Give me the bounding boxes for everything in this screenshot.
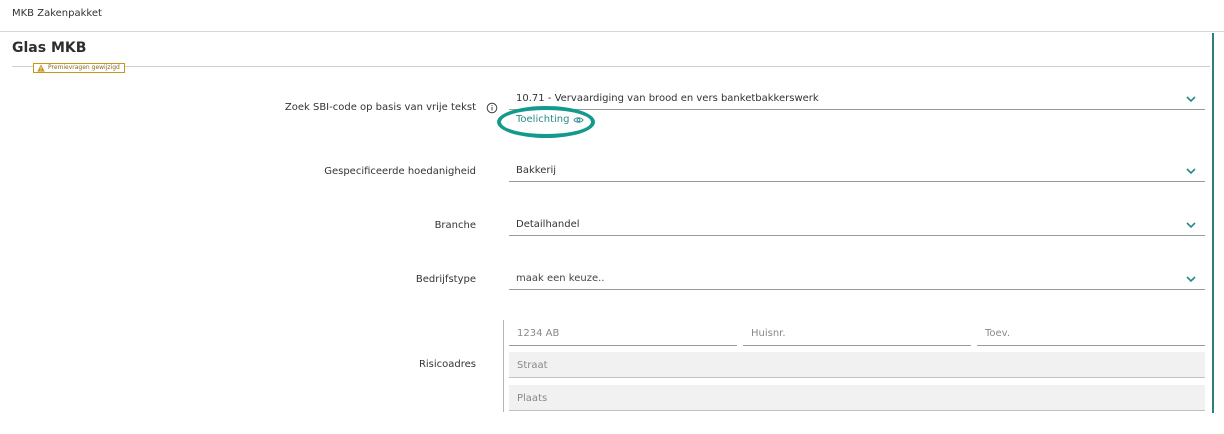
plaats-input: Plaats	[509, 385, 1205, 411]
straat-placeholder: Straat	[517, 360, 548, 371]
section-title: Glas MKB	[12, 40, 87, 56]
premium-changed-badge: Premievragen gewijzigd	[33, 63, 125, 73]
plaats-placeholder: Plaats	[517, 393, 548, 404]
straat-input: Straat	[509, 352, 1205, 378]
postcode-placeholder: 1234 AB	[517, 328, 560, 339]
top-bar: MKB Zakenpakket	[0, 0, 1224, 32]
sbi-select[interactable]: 10.71 - Vervaardiging van brood en vers …	[509, 88, 1205, 110]
section-divider	[12, 66, 1210, 67]
branche-label: Branche	[434, 220, 476, 231]
info-circle-icon[interactable]	[486, 102, 498, 114]
hoedanigheid-label: Gespecificeerde hoedanigheid	[324, 166, 476, 177]
bedrijfstype-label: Bedrijfstype	[415, 274, 476, 285]
highlight-annotation	[497, 106, 595, 138]
toev-placeholder: Toev.	[985, 328, 1010, 339]
bedrijfstype-value: maak een keuze..	[516, 273, 605, 284]
bedrijfstype-select[interactable]: maak een keuze..	[509, 268, 1205, 290]
huisnr-placeholder: Huisnr.	[751, 328, 786, 339]
chevron-down-icon[interactable]	[1185, 166, 1197, 176]
hoedanigheid-select[interactable]: Bakkerij	[509, 160, 1205, 182]
right-edge-rule	[1212, 33, 1214, 413]
sbi-value: 10.71 - Vervaardiging van brood en vers …	[516, 93, 819, 104]
risicoadres-label: Risicoadres	[418, 359, 476, 370]
warning-text: Premievragen gewijzigd	[48, 64, 120, 71]
sbi-label: Zoek SBI-code op basis van vrije tekst	[284, 102, 476, 113]
postcode-input[interactable]: 1234 AB	[509, 320, 737, 346]
toevoeging-input[interactable]: Toev.	[977, 320, 1205, 346]
hoedanigheid-value: Bakkerij	[516, 165, 557, 176]
chevron-down-icon[interactable]	[1185, 94, 1197, 104]
chevron-down-icon[interactable]	[1185, 220, 1197, 230]
warning-icon	[37, 64, 45, 72]
branche-select[interactable]: Detailhandel	[509, 214, 1205, 236]
address-group-bar	[503, 320, 504, 412]
chevron-down-icon[interactable]	[1185, 274, 1197, 284]
branche-value: Detailhandel	[516, 219, 580, 230]
huisnr-input[interactable]: Huisnr.	[743, 320, 971, 346]
app-title: MKB Zakenpakket	[12, 8, 102, 19]
